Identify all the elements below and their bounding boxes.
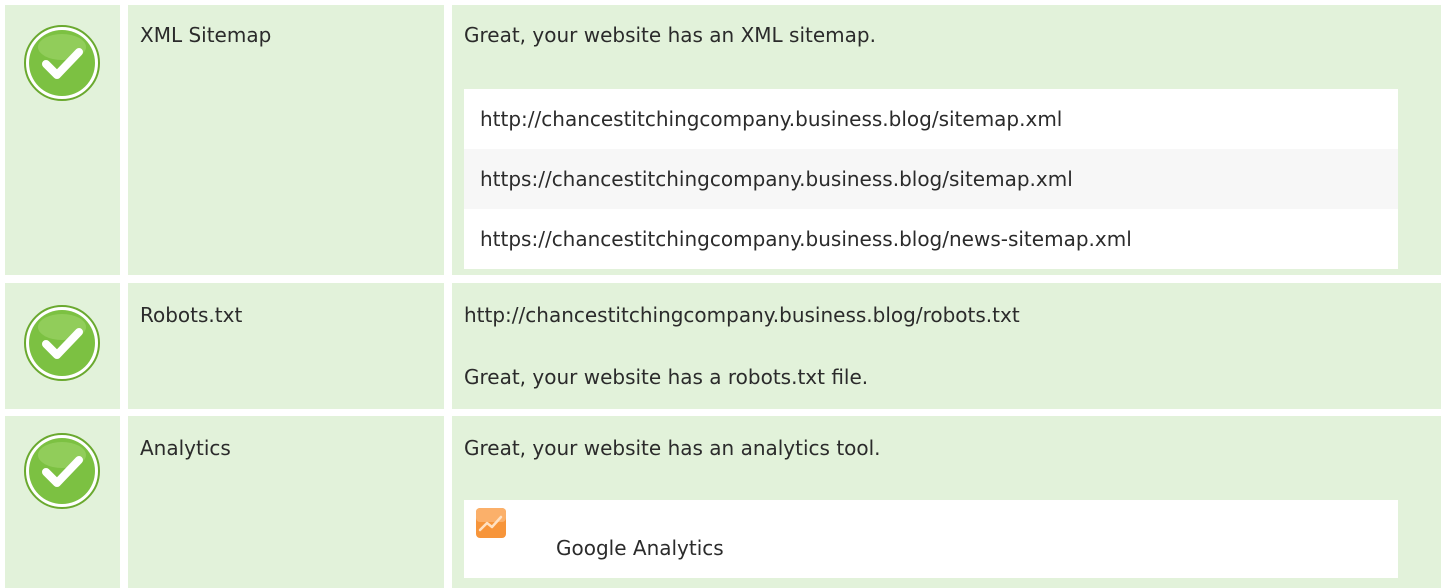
check-name: Robots.txt bbox=[140, 303, 243, 327]
check-message: Great, your website has an XML sitemap. bbox=[464, 23, 876, 47]
check-name: XML Sitemap bbox=[140, 23, 272, 47]
sitemap-url-item[interactable]: https://chancestitchingcompany.business.… bbox=[464, 149, 1398, 209]
sitemap-url-item[interactable]: https://chancestitchingcompany.business.… bbox=[464, 209, 1398, 269]
seo-row-robots-txt: Robots.txt http://chancestitchingcompany… bbox=[5, 283, 1441, 409]
check-circle-icon bbox=[22, 303, 102, 383]
status-cell bbox=[5, 5, 120, 275]
check-name: Analytics bbox=[140, 436, 231, 460]
seo-row-xml-sitemap: XML Sitemap Great, your website has an X… bbox=[5, 5, 1441, 275]
check-detail-cell: http://chancestitchingcompany.business.b… bbox=[452, 283, 1441, 409]
check-circle-icon bbox=[22, 23, 102, 103]
seo-row-analytics: Analytics Great, your website has an ana… bbox=[5, 416, 1441, 588]
status-cell bbox=[5, 416, 120, 588]
status-cell bbox=[5, 283, 120, 409]
check-detail-cell: Great, your website has an XML sitemap. … bbox=[452, 5, 1441, 275]
google-analytics-icon bbox=[476, 508, 506, 538]
robots-url[interactable]: http://chancestitchingcompany.business.b… bbox=[464, 303, 1020, 327]
check-name-cell: XML Sitemap bbox=[128, 5, 444, 275]
check-message: Great, your website has an analytics too… bbox=[464, 436, 881, 460]
sitemap-url-item[interactable]: http://chancestitchingcompany.business.b… bbox=[464, 89, 1398, 149]
analytics-tool-label: Google Analytics bbox=[556, 536, 724, 560]
sitemap-url-list: http://chancestitchingcompany.business.b… bbox=[464, 89, 1398, 269]
check-message: Great, your website has a robots.txt fil… bbox=[464, 365, 869, 389]
check-detail-cell: Great, your website has an analytics too… bbox=[452, 416, 1441, 588]
check-name-cell: Robots.txt bbox=[128, 283, 444, 409]
check-circle-icon bbox=[22, 431, 102, 511]
analytics-tool-item: Google Analytics bbox=[464, 500, 1398, 578]
check-name-cell: Analytics bbox=[128, 416, 444, 588]
